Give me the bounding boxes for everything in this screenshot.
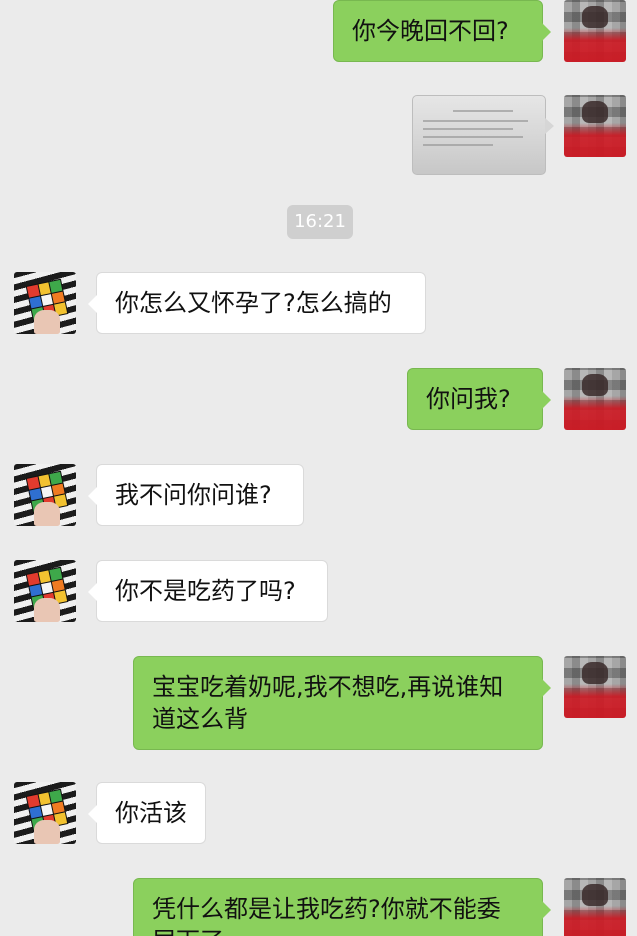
sender-avatar[interactable] <box>564 878 626 936</box>
message-bubble-outgoing[interactable]: 你问我? <box>407 368 551 430</box>
sender-avatar[interactable] <box>564 0 626 62</box>
contact-avatar[interactable] <box>14 272 76 334</box>
image-message[interactable] <box>412 95 554 175</box>
message-text: 宝宝吃着奶呢,我不想吃,再说谁知道这么背 <box>152 673 504 733</box>
message-bubble-incoming[interactable]: 你活该 <box>88 782 206 844</box>
chat-window: 你今晚回不回? 16:21 你怎么又怀孕了?怎么搞的 你问我? 我不问你问谁? … <box>0 0 637 936</box>
message-bubble-incoming[interactable]: 我不问你问谁? <box>88 464 304 526</box>
message-text: 你怎么又怀孕了?怎么搞的 <box>115 289 392 317</box>
contact-avatar[interactable] <box>14 560 76 622</box>
sender-avatar[interactable] <box>564 656 626 718</box>
message-text: 我不问你问谁? <box>115 481 272 509</box>
message-text: 你不是吃药了吗? <box>115 577 296 605</box>
message-text: 你今晚回不回? <box>352 17 509 45</box>
message-text: 你活该 <box>115 799 187 827</box>
sender-avatar[interactable] <box>564 95 626 157</box>
timestamp-pill: 16:21 <box>287 205 353 239</box>
message-bubble-incoming[interactable]: 你不是吃药了吗? <box>88 560 328 622</box>
contact-avatar[interactable] <box>14 782 76 844</box>
contact-avatar[interactable] <box>14 464 76 526</box>
message-text: 凭什么都是让我吃药?你就不能委屈下了 <box>152 895 501 936</box>
sender-avatar[interactable] <box>564 368 626 430</box>
message-bubble-incoming[interactable]: 你怎么又怀孕了?怎么搞的 <box>88 272 426 334</box>
message-bubble-outgoing[interactable]: 你今晚回不回? <box>333 0 551 62</box>
message-text: 你问我? <box>426 385 511 413</box>
message-bubble-outgoing[interactable]: 宝宝吃着奶呢,我不想吃,再说谁知道这么背 <box>133 656 551 750</box>
message-bubble-outgoing[interactable]: 凭什么都是让我吃药?你就不能委屈下了 <box>133 878 551 936</box>
